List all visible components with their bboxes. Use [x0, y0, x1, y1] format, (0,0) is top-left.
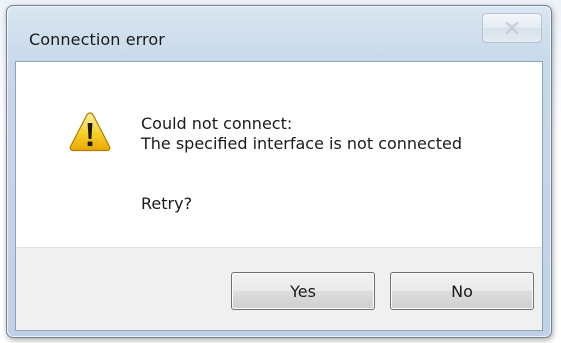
retry-question: Retry?	[141, 194, 193, 213]
close-button[interactable]	[482, 13, 542, 43]
dialog-title: Connection error	[29, 30, 165, 49]
error-message-line-2: The specified interface is not connected	[141, 134, 462, 153]
error-message-line-1: Could not connect:	[141, 114, 293, 133]
title-bar[interactable]: Connection error	[7, 6, 551, 61]
connection-error-dialog: Connection error Could not connect: The …	[6, 5, 552, 338]
yes-button[interactable]: Yes	[231, 272, 375, 310]
dialog-body: Could not connect: The specified interfa…	[15, 61, 543, 331]
button-bar: Yes No	[16, 247, 542, 330]
error-message: Could not connect: The specified interfa…	[141, 114, 462, 154]
warning-icon	[68, 110, 112, 154]
no-button[interactable]: No	[390, 272, 534, 310]
close-icon	[505, 22, 519, 34]
message-area: Could not connect: The specified interfa…	[16, 62, 542, 247]
